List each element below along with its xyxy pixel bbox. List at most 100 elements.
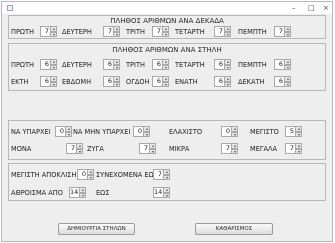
- spinner-down-icon[interactable]: [295, 131, 302, 137]
- spinner-down-icon[interactable]: [224, 81, 231, 87]
- spinner-value[interactable]: 14: [153, 187, 163, 198]
- sum-to-spinner[interactable]: 14: [153, 187, 170, 198]
- spinner-down-icon[interactable]: [113, 81, 120, 87]
- decade-first-spinner[interactable]: 7: [40, 26, 57, 37]
- spinner-down-icon[interactable]: [284, 64, 291, 70]
- decade-third-spinner[interactable]: 7: [152, 26, 169, 37]
- column-ninth-spinner[interactable]: 6: [214, 76, 231, 87]
- spinner-value[interactable]: 7: [274, 26, 284, 37]
- spinner-down-icon[interactable]: [65, 131, 72, 137]
- decade-fifth-spinner[interactable]: 7: [274, 26, 291, 37]
- spinner-value[interactable]: 7: [152, 26, 162, 37]
- column-tenth-label: ΔΕΚΑΤΗ: [238, 78, 265, 86]
- spinner-value[interactable]: 6: [214, 76, 224, 87]
- spinner-value[interactable]: 7: [153, 169, 163, 180]
- spinner-value[interactable]: 0: [55, 126, 65, 137]
- decade-fifth-label: ΠΕΜΠΤΗ: [238, 28, 267, 36]
- spinner-value[interactable]: 0: [133, 126, 143, 137]
- spinner-down-icon[interactable]: [143, 131, 150, 137]
- minimum-label: ΕΛΑΧΙΣΤΟ: [169, 128, 203, 136]
- exclude-label: ΝΑ ΜΗΝ ΥΠΑΡΧΕΙ: [73, 128, 131, 136]
- spinner-value[interactable]: 6: [152, 76, 162, 87]
- spinner-value[interactable]: 6: [103, 59, 113, 70]
- column-fourth-spinner[interactable]: 6: [214, 59, 231, 70]
- create-columns-button[interactable]: ΔΗΜΙΟΥΡΓΙΑ ΣΤΗΛΩΝ: [58, 223, 135, 235]
- spinner-value[interactable]: 14: [69, 187, 79, 198]
- spinner-down-icon[interactable]: [162, 81, 169, 87]
- column-ninth-label: ΕΝΑΤΗ: [175, 78, 198, 86]
- spinner-value[interactable]: 6: [274, 76, 284, 87]
- spinner-down-icon[interactable]: [163, 192, 170, 198]
- spinner-down-icon[interactable]: [284, 31, 291, 37]
- spinner-down-icon[interactable]: [113, 31, 120, 37]
- spinner-value[interactable]: 7: [103, 26, 113, 37]
- spinner-down-icon[interactable]: [50, 64, 57, 70]
- close-icon[interactable]: ×: [323, 3, 329, 13]
- spinner-down-icon[interactable]: [295, 148, 302, 154]
- column-third-spinner[interactable]: 6: [152, 59, 169, 70]
- max-distance-spinner[interactable]: 0: [77, 169, 94, 180]
- max-distance-label: ΜΕΓΙΣΤΗ ΑΠΟΚΛΙΣΗ: [11, 171, 77, 179]
- spinner-value[interactable]: 6: [40, 59, 50, 70]
- columns-title: ΠΛΗΘΟΣ ΑΡΙΘΜΩΝ ΑΝΑ ΣΤΗΛΗ: [112, 46, 222, 54]
- spinner-down-icon[interactable]: [149, 148, 156, 154]
- spinner-value[interactable]: 0: [77, 169, 87, 180]
- decade-second-spinner[interactable]: 7: [103, 26, 120, 37]
- clear-button[interactable]: ΚΑΘΑΡΙΣΜΟΣ: [195, 223, 273, 235]
- sum-to-label: ΕΩΣ: [96, 189, 110, 197]
- small-spinner[interactable]: 7: [221, 143, 238, 154]
- sum-from-label: ΑΘΡΟΙΣΜΑ ΑΠΟ: [11, 189, 63, 197]
- column-tenth-spinner[interactable]: 6: [274, 76, 291, 87]
- spinner-down-icon[interactable]: [224, 31, 231, 37]
- spinner-down-icon[interactable]: [50, 31, 57, 37]
- spinner-value[interactable]: 7: [285, 143, 295, 154]
- spinner-value[interactable]: 7: [221, 143, 231, 154]
- spinner-down-icon[interactable]: [113, 64, 120, 70]
- spinner-down-icon[interactable]: [284, 81, 291, 87]
- spinner-down-icon[interactable]: [163, 174, 170, 180]
- column-eighth-spinner[interactable]: 6: [152, 76, 169, 87]
- spinner-down-icon[interactable]: [76, 148, 83, 154]
- column-second-spinner[interactable]: 6: [103, 59, 120, 70]
- column-fifth-label: ΠΕΜΠΤΗ: [238, 61, 267, 69]
- spinner-value[interactable]: 6: [152, 59, 162, 70]
- small-label: ΜΙΚΡΑ: [169, 145, 190, 153]
- column-first-spinner[interactable]: 6: [40, 59, 57, 70]
- column-seventh-spinner[interactable]: 6: [103, 76, 120, 87]
- spinner-down-icon[interactable]: [50, 81, 57, 87]
- sum-from-spinner[interactable]: 14: [69, 187, 86, 198]
- even-spinner[interactable]: 7: [139, 143, 156, 154]
- spinner-value[interactable]: 0: [221, 126, 231, 137]
- spinner-value[interactable]: 6: [103, 76, 113, 87]
- spinner-value[interactable]: 7: [214, 26, 224, 37]
- spinner-down-icon[interactable]: [87, 174, 94, 180]
- maximize-icon[interactable]: □: [308, 3, 315, 13]
- spinner-down-icon[interactable]: [231, 148, 238, 154]
- spinner-value[interactable]: 7: [40, 26, 50, 37]
- maximum-spinner[interactable]: 5: [285, 126, 302, 137]
- decade-fourth-spinner[interactable]: 7: [214, 26, 231, 37]
- column-sixth-spinner[interactable]: 6: [40, 76, 57, 87]
- spinner-value[interactable]: 6: [274, 59, 284, 70]
- spinner-value[interactable]: 5: [285, 126, 295, 137]
- spinner-down-icon[interactable]: [162, 64, 169, 70]
- spinner-down-icon[interactable]: [79, 192, 86, 198]
- spinner-value[interactable]: 6: [214, 59, 224, 70]
- spinner-down-icon[interactable]: [162, 31, 169, 37]
- app-window: – □ × ΠΛΗΘΟΣ ΑΡΙΘΜΩΝ ΑΝΑ ΔΕΚΑΔΑ ΠΡΩΤΗ 7 …: [1, 1, 333, 242]
- spinner-value[interactable]: 6: [40, 76, 50, 87]
- exclude-spinner[interactable]: 0: [133, 126, 150, 137]
- column-fifth-spinner[interactable]: 6: [274, 59, 291, 70]
- spinner-down-icon[interactable]: [224, 64, 231, 70]
- minimum-spinner[interactable]: 0: [221, 126, 238, 137]
- large-spinner[interactable]: 7: [285, 143, 302, 154]
- columns-panel: ΠΛΗΘΟΣ ΑΡΙΘΜΩΝ ΑΝΑ ΣΤΗΛΗ ΠΡΩΤΗ 6 ΔΕΥΤΕΡΗ…: [8, 43, 326, 91]
- minimize-icon[interactable]: –: [292, 3, 296, 13]
- consecutive-spinner[interactable]: 7: [153, 169, 170, 180]
- include-spinner[interactable]: 0: [55, 126, 72, 137]
- even-label: ΖΥΓΑ: [87, 145, 104, 153]
- spinner-down-icon[interactable]: [231, 131, 238, 137]
- spinner-value[interactable]: 7: [66, 143, 76, 154]
- spinner-value[interactable]: 7: [139, 143, 149, 154]
- odd-spinner[interactable]: 7: [66, 143, 83, 154]
